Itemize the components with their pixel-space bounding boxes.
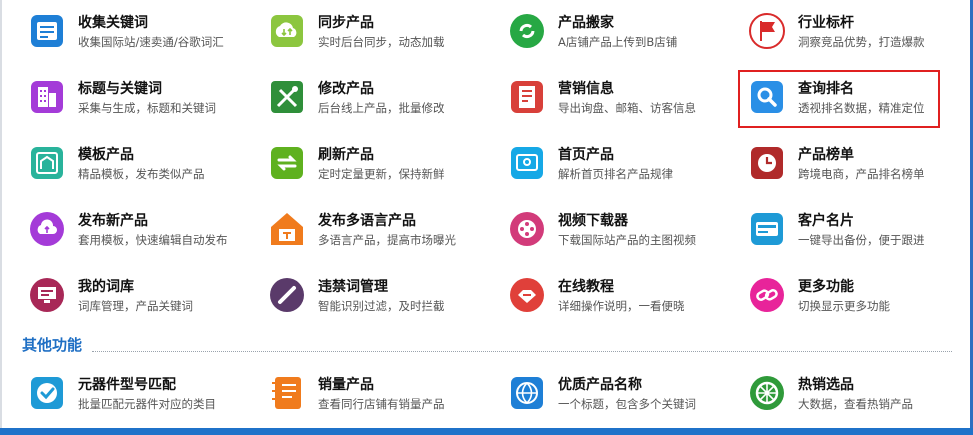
feature-item[interactable]: 行业标杆洞察竞品优势，打造爆款 — [748, 8, 968, 64]
globe-icon — [508, 374, 546, 412]
feature-item[interactable]: 在线教程详细操作说明，一看便晓 — [508, 272, 728, 328]
clock-icon — [748, 144, 786, 182]
feature-item[interactable]: 元器件型号匹配批量匹配元器件对应的类目 — [28, 370, 248, 426]
feature-item[interactable]: 发布新产品套用模板，快速编辑自动发布 — [28, 206, 248, 262]
feature-title: 模板产品 — [78, 147, 134, 163]
feature-item[interactable]: 收集关键词收集国际站/速卖通/谷歌词汇 — [28, 8, 248, 64]
feature-title: 修改产品 — [318, 81, 374, 97]
template-icon — [28, 144, 66, 182]
feature-title: 产品搬家 — [558, 15, 614, 31]
feature-description: 智能识别过滤，及时拦截 — [318, 299, 445, 313]
feature-item[interactable]: 客户名片一键导出备份，便于跟进 — [748, 206, 968, 262]
feature-description: 查看同行店铺有销量产品 — [318, 397, 445, 411]
cloud-sync-icon — [268, 12, 306, 50]
feature-description: 切换显示更多功能 — [798, 299, 890, 313]
feature-item[interactable]: 首页产品解析首页排名产品规律 — [508, 140, 728, 196]
feature-description: 详细操作说明，一看便晓 — [558, 299, 685, 313]
business-card-icon — [748, 210, 786, 248]
keyword-collect-icon — [28, 12, 66, 50]
feature-title: 首页产品 — [558, 147, 614, 163]
feature-title: 客户名片 — [798, 213, 854, 229]
feature-title: 行业标杆 — [798, 15, 854, 31]
feature-item[interactable]: 刷新产品定时定量更新，保持新鲜 — [268, 140, 488, 196]
feature-title: 发布多语言产品 — [318, 213, 416, 229]
feature-item[interactable]: 优质产品名称一个标题，包含多个关键词 — [508, 370, 728, 426]
feature-title: 标题与关键词 — [78, 81, 162, 97]
feature-title: 视频下载器 — [558, 213, 628, 229]
feature-description: 词库管理，产品关键词 — [78, 299, 193, 313]
feature-item[interactable]: 营销信息导出询盘、邮箱、访客信息 — [508, 74, 728, 130]
feature-description: 实时后台同步，动态加载 — [318, 35, 445, 49]
feature-title: 销量产品 — [318, 377, 374, 393]
feature-description: 大数据，查看热销产品 — [798, 397, 913, 411]
feature-item[interactable]: 我的词库词库管理，产品关键词 — [28, 272, 248, 328]
feature-item[interactable]: 热销选品大数据，查看热销产品 — [748, 370, 968, 426]
selected-item-highlight — [738, 70, 940, 128]
feature-title: 产品榜单 — [798, 147, 854, 163]
feature-description: 套用模板，快速编辑自动发布 — [78, 233, 228, 247]
refresh-icon — [268, 144, 306, 182]
feature-item[interactable]: 产品搬家 A店铺产品上传到B店铺 — [508, 8, 728, 64]
feature-description: 跨境电商，产品排名榜单 — [798, 167, 925, 181]
feature-title: 收集关键词 — [78, 15, 148, 31]
feature-item[interactable]: 违禁词管理智能识别过滤，及时拦截 — [268, 272, 488, 328]
feature-description: 一个标题，包含多个关键词 — [558, 397, 696, 411]
cloud-upload-icon — [28, 210, 66, 248]
feature-title: 热销选品 — [798, 377, 854, 393]
feature-title: 元器件型号匹配 — [78, 377, 176, 393]
monitor-icon — [28, 276, 66, 314]
feature-item[interactable]: 模板产品精品模板，发布类似产品 — [28, 140, 248, 196]
feature-item[interactable]: 更多功能切换显示更多功能 — [748, 272, 968, 328]
document-icon — [508, 78, 546, 116]
feature-description: 导出询盘、邮箱、访客信息 — [558, 101, 696, 115]
feature-description: 解析首页排名产品规律 — [558, 167, 673, 181]
move-product-icon — [508, 12, 546, 50]
feature-title: 营销信息 — [558, 81, 614, 97]
window-left-border — [0, 0, 2, 435]
feature-item[interactable]: 产品榜单跨境电商，产品排名榜单 — [748, 140, 968, 196]
feature-description: 采集与生成，标题和关键词 — [78, 101, 216, 115]
feature-title: 优质产品名称 — [558, 377, 642, 393]
feature-item[interactable]: 销量产品查看同行店铺有销量产品 — [268, 370, 488, 426]
feature-description: 一键导出备份，便于跟进 — [798, 233, 925, 247]
feature-description: 精品模板，发布类似产品 — [78, 167, 205, 181]
section-divider — [92, 351, 952, 352]
feature-description: 批量匹配元器件对应的类目 — [78, 397, 216, 411]
feature-description: 下载国际站产品的主图视频 — [558, 233, 696, 247]
flag-icon — [748, 12, 786, 50]
checkbox-icon — [28, 374, 66, 412]
feature-title: 在线教程 — [558, 279, 614, 295]
feature-description: A店铺产品上传到B店铺 — [558, 35, 678, 49]
feature-item[interactable]: 修改产品后台线上产品，批量修改 — [268, 74, 488, 130]
link-icon — [748, 276, 786, 314]
bottom-bar — [0, 428, 973, 435]
feature-item[interactable]: 视频下载器下载国际站产品的主图视频 — [508, 206, 728, 262]
feature-item[interactable]: 发布多语言产品多语言产品，提高市场曝光 — [268, 206, 488, 262]
feature-item[interactable]: 同步产品实时后台同步，动态加载 — [268, 8, 488, 64]
homepage-icon — [508, 144, 546, 182]
feature-title: 刷新产品 — [318, 147, 374, 163]
feature-description: 收集国际站/速卖通/谷歌词汇 — [78, 35, 224, 49]
feature-description: 定时定量更新，保持新鲜 — [318, 167, 445, 181]
handshake-icon — [508, 276, 546, 314]
section-title-other: 其他功能 — [22, 336, 83, 354]
feature-description: 多语言产品，提高市场曝光 — [318, 233, 456, 247]
feature-title: 我的词库 — [78, 279, 134, 295]
building-icon — [28, 78, 66, 116]
feature-title: 违禁词管理 — [318, 279, 388, 295]
film-icon — [508, 210, 546, 248]
multilang-icon — [268, 210, 306, 248]
feature-title: 发布新产品 — [78, 213, 148, 229]
wheel-icon — [748, 374, 786, 412]
tools-icon — [268, 78, 306, 116]
feature-item[interactable]: 标题与关键词采集与生成，标题和关键词 — [28, 74, 248, 130]
feature-title: 同步产品 — [318, 15, 374, 31]
forbidden-icon — [268, 276, 306, 314]
notebook-icon — [268, 374, 306, 412]
feature-description: 洞察竞品优势，打造爆款 — [798, 35, 925, 49]
feature-title: 更多功能 — [798, 279, 854, 295]
feature-description: 后台线上产品，批量修改 — [318, 101, 445, 115]
